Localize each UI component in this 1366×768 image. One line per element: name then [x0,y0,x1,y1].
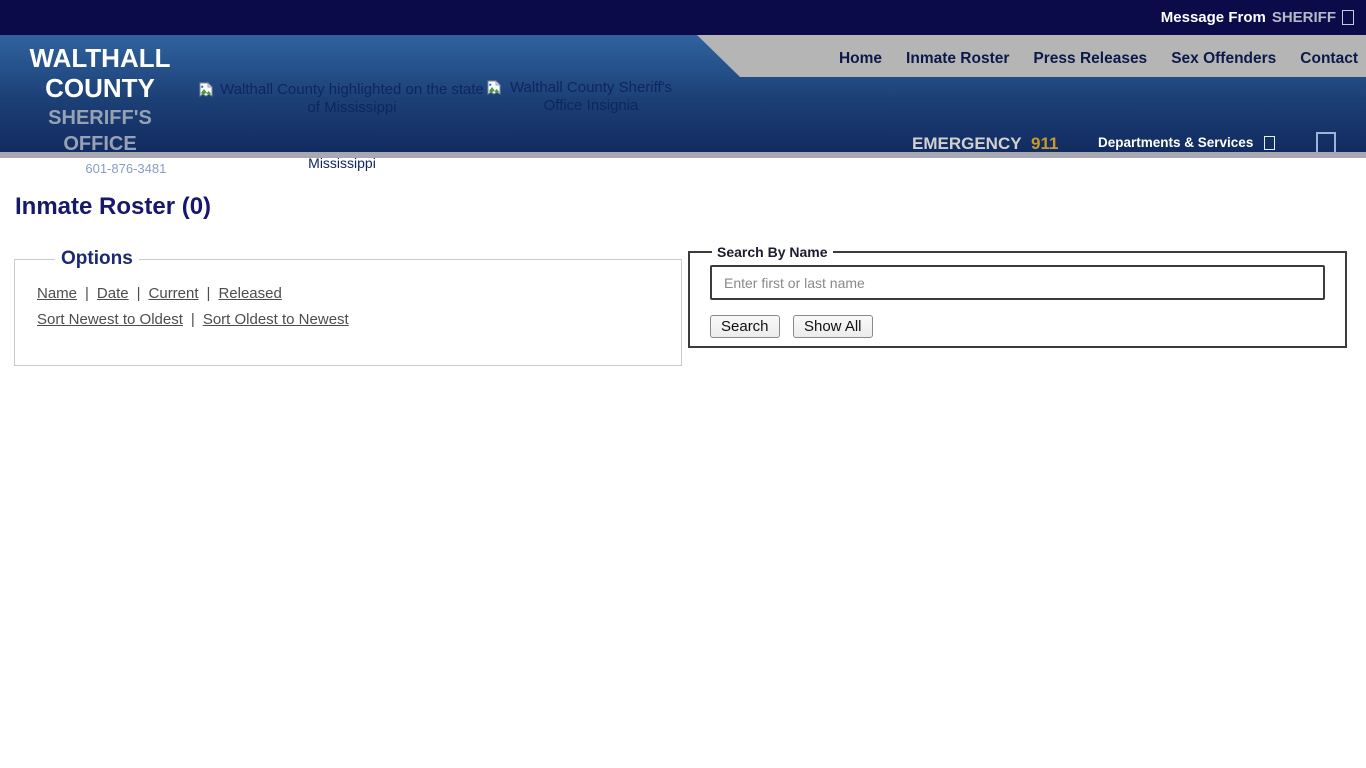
show-all-button[interactable]: Show All [793,315,873,338]
county-map-alt-text: Walthall County highlighted on the state… [218,81,486,117]
broken-image-icon [486,80,502,96]
search-by-name-panel: Search By Name Search Show All [688,244,1347,348]
sort-link-newest-to-oldest[interactable]: Sort Newest to Oldest [37,311,183,328]
sort-link-oldest-to-newest[interactable]: Sort Oldest to Newest [203,311,349,328]
message-from-label: Message From [1161,9,1266,26]
departments-services-menu[interactable]: Departments & Services [1098,135,1275,150]
page-title: Inmate Roster (0) [15,193,211,221]
nav-item-press-releases[interactable]: Press Releases [1033,50,1147,68]
filter-link-released[interactable]: Released [218,285,281,302]
phone-line: Phone: 601-876-3481 [10,161,190,176]
nav-item-home[interactable]: Home [839,50,882,68]
missing-glyph-icon [1342,10,1354,25]
county-name-line2: COUNTY [10,73,190,103]
search-button[interactable]: Search [710,315,780,338]
insignia-alt-text: Walthall County Sheriff's Office Insigni… [506,79,676,115]
separator: | [85,285,89,302]
nav-item-sex-offenders[interactable]: Sex Offenders [1171,50,1276,68]
departments-label: Departments & Services [1098,135,1253,150]
separator: | [191,311,195,328]
county-map-image: Walthall County highlighted on the state… [198,81,486,117]
dropdown-indicator-icon [1264,136,1275,150]
separator: | [137,285,141,302]
filter-link-current[interactable]: Current [149,285,199,302]
sheriff-insignia-image: Walthall County Sheriff's Office Insigni… [486,79,701,115]
filter-link-date[interactable]: Date [97,285,129,302]
emergency-word: EMERGENCY [912,134,1021,153]
nav-item-inmate-roster[interactable]: Inmate Roster [906,50,1009,68]
separator: | [207,285,211,302]
phone-number-link[interactable]: 601-876-3481 [85,161,166,176]
search-legend: Search By Name [712,244,833,260]
nav-item-contact[interactable]: Contact [1300,50,1358,68]
county-name-line1: WALTHALL [10,43,190,73]
search-buttons-row: Search Show All [710,315,1345,338]
header-bottom-divider [0,152,1366,158]
search-input[interactable] [710,265,1325,300]
office-name: SHERIFF'S OFFICE [10,105,190,157]
options-panel: Options Name | Date | Current | Released Sort … [14,248,682,366]
top-message-bar: Message From SHERIFF [0,0,1366,35]
sort-links-row: Sort Newest to Oldest | Sort Oldest to New… [37,311,681,328]
main-navigation: Home Inmate Roster Press Releases Sex Of… [697,35,1366,77]
broken-image-icon [198,82,214,98]
filter-link-name[interactable]: Name [37,285,77,302]
phone-label: Phone: [34,161,78,176]
options-legend: Options [55,248,139,270]
emergency-number: 911 [1031,134,1058,153]
filter-links-row: Name | Date | Current | Released [37,285,681,302]
page: Message From SHERIFF WALTHALL COUNTY SHE… [0,0,1366,768]
emergency-911-label: EMERGENCY 911 [912,134,1058,154]
sheriff-message-link[interactable]: SHERIFF [1272,9,1336,26]
